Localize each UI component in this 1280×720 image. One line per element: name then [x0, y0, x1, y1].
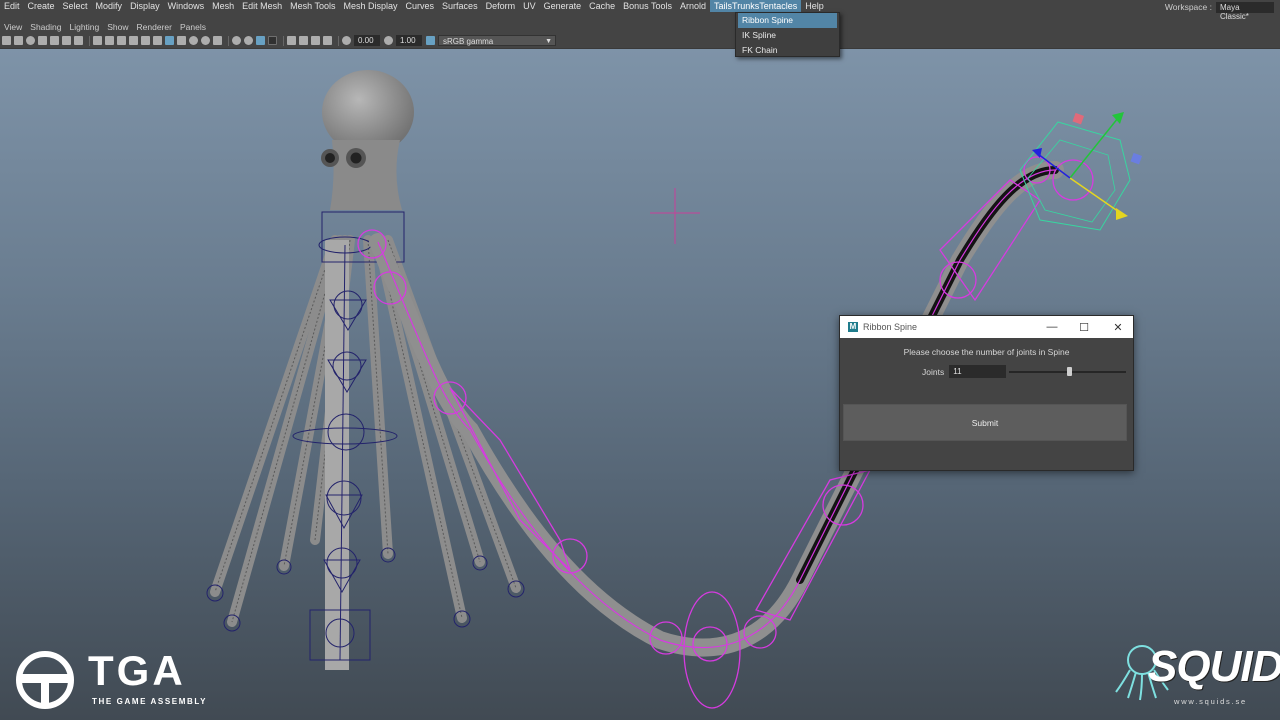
menu-windows[interactable]: Windows — [164, 0, 209, 12]
submit-button[interactable]: Submit — [843, 404, 1127, 441]
tga-wordmark: TGA — [88, 647, 186, 694]
dialog-title: Ribbon Spine — [863, 322, 918, 332]
joints-row: Joints 11 — [840, 365, 1133, 378]
dropdown-item-fk-chain[interactable]: FK Chain — [738, 43, 837, 58]
menu-uv[interactable]: UV — [519, 0, 540, 12]
pan-zoom-icon[interactable] — [141, 36, 150, 45]
tga-subtitle: THE GAME ASSEMBLY — [92, 697, 208, 706]
color-space-value: sRGB gamma — [443, 37, 494, 46]
xray-active-icon[interactable] — [299, 36, 308, 45]
workspace-selector[interactable]: Workspace : Maya Classic* — [1164, 0, 1274, 21]
resolution-gate-icon[interactable] — [74, 36, 83, 45]
xray-components-icon[interactable] — [311, 36, 320, 45]
locator-cross — [650, 188, 700, 244]
separator — [89, 35, 90, 46]
menu-arnold[interactable]: Arnold — [676, 0, 710, 12]
xray-joints-icon[interactable] — [153, 36, 162, 45]
menu-mesh-display[interactable]: Mesh Display — [340, 0, 402, 12]
grid-icon[interactable] — [93, 36, 102, 45]
menu-help[interactable]: Help — [801, 0, 828, 12]
separator — [228, 35, 229, 46]
dropdown-item-ribbon-spine[interactable]: Ribbon Spine — [738, 13, 837, 28]
joints-input[interactable]: 11 — [949, 365, 1007, 378]
maximize-button[interactable]: ☐ — [1068, 316, 1100, 338]
menu-create[interactable]: Create — [24, 0, 59, 12]
ambient-occlusion-icon[interactable] — [232, 36, 241, 45]
maya-logo-icon: M — [848, 322, 858, 332]
workspace-label: Workspace : — [1164, 2, 1212, 12]
dropdown-item-ik-spline[interactable]: IK Spline — [738, 28, 837, 43]
joints-label: Joints — [922, 366, 945, 377]
gamma-icon[interactable] — [384, 36, 393, 45]
tga-logo-icon — [16, 651, 74, 709]
grid-view-icon[interactable] — [50, 36, 59, 45]
exposure-field[interactable]: 0.00 — [354, 35, 380, 46]
isolate-select-icon[interactable] — [287, 36, 296, 45]
panel-toolbar: 0.00 1.00 sRGB gamma ▼ — [0, 33, 1280, 49]
smooth-shade-icon[interactable] — [177, 36, 186, 45]
menu-display[interactable]: Display — [126, 0, 164, 12]
color-management-icon[interactable] — [426, 36, 435, 45]
panel-menu-shading[interactable]: Shading — [26, 22, 65, 33]
field-chart-icon[interactable] — [129, 36, 138, 45]
menu-curves[interactable]: Curves — [402, 0, 439, 12]
separator — [283, 35, 284, 46]
menu-tailstrunkstentacles[interactable]: TailsTrunksTentacles — [710, 0, 802, 12]
menu-modify[interactable]: Modify — [92, 0, 127, 12]
shadows-icon[interactable] — [213, 36, 222, 45]
menu-edit-mesh[interactable]: Edit Mesh — [238, 0, 286, 12]
motion-blur-icon[interactable] — [244, 36, 253, 45]
safe-action-icon[interactable] — [105, 36, 114, 45]
textured-icon[interactable] — [189, 36, 198, 45]
workspace-dropdown[interactable]: Maya Classic* — [1216, 1, 1274, 21]
tails-trunks-tentacles-menu: Ribbon Spine IK Spline FK Chain — [735, 12, 840, 57]
minimize-button[interactable]: — — [1036, 316, 1068, 338]
camera-icon[interactable] — [2, 36, 11, 45]
menu-surfaces[interactable]: Surfaces — [438, 0, 482, 12]
menu-select[interactable]: Select — [59, 0, 92, 12]
menu-mesh[interactable]: Mesh — [208, 0, 238, 12]
squids-wordmark: SQUIDS — [1148, 642, 1280, 691]
chevron-down-icon: ▼ — [545, 38, 552, 45]
close-button[interactable]: ✕ — [1102, 316, 1134, 338]
menu-bonus-tools[interactable]: Bonus Tools — [619, 0, 676, 12]
main-menubar: Edit Create Select Modify Display Windows Mesh… — [0, 0, 1280, 12]
gamma-field[interactable]: 1.00 — [396, 35, 422, 46]
panel-menu-show[interactable]: Show — [103, 22, 132, 33]
panel-menu-renderer[interactable]: Renderer — [133, 22, 176, 33]
antialias-icon[interactable] — [268, 36, 277, 45]
squids-url: www.squids.se — [1174, 697, 1248, 706]
exposure-icon[interactable] — [342, 36, 351, 45]
color-space-select[interactable]: sRGB gamma ▼ — [438, 35, 556, 46]
wireframe-icon[interactable] — [165, 36, 174, 45]
dialog-prompt: Please choose the number of joints in Sp… — [903, 347, 1070, 357]
menu-mesh-tools[interactable]: Mesh Tools — [286, 0, 339, 12]
menu-cache[interactable]: Cache — [585, 0, 619, 12]
safe-title-icon[interactable] — [117, 36, 126, 45]
separator — [338, 35, 339, 46]
octopus-head — [321, 70, 414, 210]
joints-slider[interactable] — [1009, 365, 1127, 378]
ribbon-spine-dialog: M Ribbon Spine — ☐ ✕ Please choose the n… — [839, 315, 1134, 471]
menu-generate[interactable]: Generate — [540, 0, 586, 12]
xray-icon[interactable] — [256, 36, 265, 45]
panel-menu: View Shading Lighting Show Renderer Panels — [0, 22, 1280, 33]
panel-menu-lighting[interactable]: Lighting — [65, 22, 103, 33]
image-plane-icon[interactable] — [38, 36, 47, 45]
panel-menu-panels[interactable]: Panels — [176, 22, 210, 33]
dialog-titlebar[interactable]: M Ribbon Spine — ☐ ✕ — [840, 316, 1133, 338]
film-gate-icon[interactable] — [62, 36, 71, 45]
camera-attrs-icon[interactable] — [14, 36, 23, 45]
panel-menu-view[interactable]: View — [0, 22, 26, 33]
lights-icon[interactable] — [201, 36, 210, 45]
menu-edit[interactable]: Edit — [0, 0, 24, 12]
menu-deform[interactable]: Deform — [482, 0, 520, 12]
slider-thumb[interactable] — [1067, 367, 1073, 376]
bookmark-icon[interactable] — [26, 36, 35, 45]
backface-icon[interactable] — [323, 36, 332, 45]
